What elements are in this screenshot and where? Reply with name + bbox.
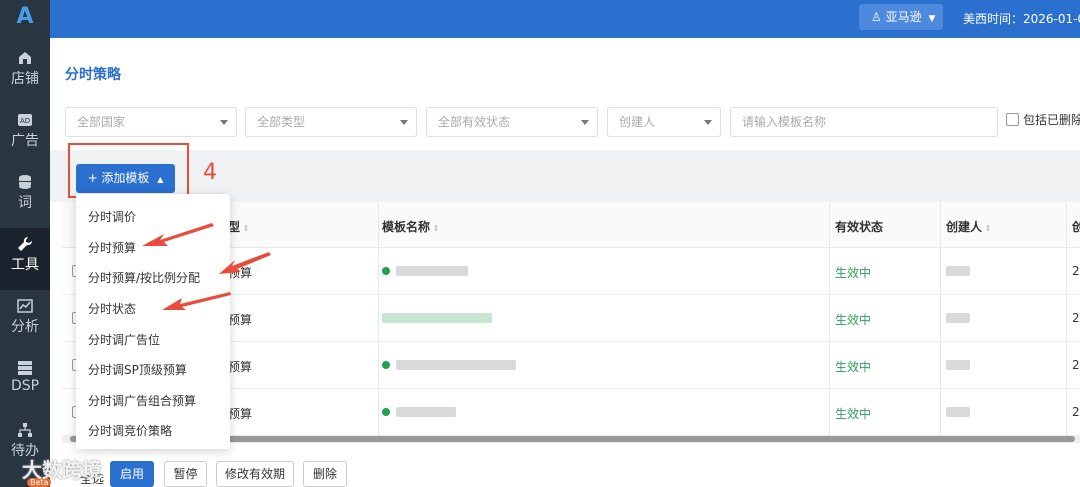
sidebar-item-label: 店铺 <box>11 71 39 87</box>
row-extra: 2 <box>1072 264 1080 278</box>
annotation-arrow <box>142 223 214 246</box>
annotation-step-number: 4 <box>203 160 217 185</box>
row-status: 生效中 <box>835 360 872 374</box>
tree-icon <box>18 423 32 437</box>
sidebar-item-analysis[interactable]: 分析 <box>0 290 50 352</box>
logo[interactable]: A <box>12 6 38 28</box>
menu-item-time-price[interactable]: 分时调价 <box>88 208 136 225</box>
row-extra: 2 <box>1072 358 1080 372</box>
sidebar-item-store[interactable]: 店铺 <box>0 42 50 104</box>
menu-item-time-status[interactable]: 分时状态 <box>88 300 136 317</box>
sidebar: A 店铺 AD 广告 词 工具 分析 DSP 待办 Beta <box>0 0 52 487</box>
header-template-name[interactable]: 模板名称 ⇕ <box>382 218 440 235</box>
header-type[interactable]: 型 ⇕ <box>228 218 250 235</box>
top-bar: ♙ 亚马逊 ▼ 美西时间：2026-01-0 <box>50 0 1080 38</box>
sidebar-item-label: 词 <box>18 195 32 211</box>
redacted-text <box>396 360 516 370</box>
row-type: 预算 <box>228 360 253 374</box>
status-select-value: 全部有效状态 <box>438 115 511 129</box>
database-icon <box>19 175 31 189</box>
status-select[interactable]: 全部有效状态 <box>426 107 598 137</box>
row-template-name[interactable] <box>382 311 492 325</box>
store-label: 亚马逊 <box>885 10 922 24</box>
watermark: 大数跨境 <box>22 458 102 482</box>
svg-text:AD: AD <box>20 117 30 125</box>
row-type: 预算 <box>228 407 253 421</box>
caret-down-icon <box>220 120 228 125</box>
menu-item-time-placement[interactable]: 分时调广告位 <box>88 331 160 348</box>
row-extra: 2 <box>1072 405 1080 419</box>
row-creator <box>946 311 970 325</box>
ad-icon: AD <box>18 114 32 126</box>
caret-down-icon <box>581 120 589 125</box>
menu-item-time-bid-strategy[interactable]: 分时调竞价策略 <box>88 422 172 439</box>
header-extra: 创 <box>1072 220 1080 234</box>
redacted-text <box>946 313 970 323</box>
sidebar-item-label: 工具 <box>11 257 39 273</box>
template-name-placeholder: 请输入模板名称 <box>742 115 827 129</box>
include-deleted-label: 包括已删除 <box>1023 113 1080 127</box>
row-creator <box>946 264 970 278</box>
store-icon <box>19 52 31 64</box>
sidebar-item-ad[interactable]: AD 广告 <box>0 104 50 166</box>
sidebar-item-keyword[interactable]: 词 <box>0 166 50 228</box>
store-icon: ♙ <box>871 10 882 24</box>
row-status: 生效中 <box>835 266 872 280</box>
country-select[interactable]: 全部国家 <box>65 107 237 137</box>
delete-button[interactable]: 删除 <box>303 461 347 487</box>
row-template-name[interactable] <box>382 405 456 419</box>
sidebar-item-label: 广告 <box>11 133 39 149</box>
row-template-name[interactable] <box>382 264 468 278</box>
include-deleted-checkbox[interactable]: 包括已删除 <box>1006 111 1080 128</box>
menu-item-time-sp-budget[interactable]: 分时调SP顶级预算 <box>88 361 187 378</box>
sidebar-item-label: DSP <box>10 378 40 394</box>
menu-item-time-budget-ratio[interactable]: 分时预算/按比例分配 <box>88 269 200 286</box>
status-dot <box>382 361 390 369</box>
creator-select-value: 创建人 <box>619 115 656 129</box>
row-creator <box>946 405 970 419</box>
redacted-text <box>946 407 970 417</box>
row-status: 生效中 <box>835 313 872 327</box>
enable-button[interactable]: 启用 <box>110 461 154 487</box>
menu-item-time-budget[interactable]: 分时预算 <box>88 239 136 256</box>
page-title: 分时策略 <box>65 67 121 83</box>
caret-down-icon: ▼ <box>928 14 936 24</box>
country-select-value: 全部国家 <box>77 115 126 129</box>
caret-down-icon <box>400 120 408 125</box>
wrench-icon <box>18 236 33 251</box>
annotation-arrow <box>162 292 231 310</box>
chart-icon <box>17 299 33 313</box>
row-extra: 2 <box>1072 311 1080 325</box>
header-status: 有效状态 <box>835 220 884 234</box>
sidebar-item-dsp[interactable]: DSP <box>0 352 50 414</box>
status-dot <box>382 408 390 416</box>
checkbox-icon <box>1006 113 1019 126</box>
row-status: 生效中 <box>835 407 872 421</box>
type-select[interactable]: 全部类型 <box>245 107 417 137</box>
annotation-highlight-box <box>68 143 189 198</box>
sidebar-item-label: 分析 <box>11 319 39 335</box>
modify-validity-button[interactable]: 修改有效期 <box>216 461 294 487</box>
server-icon <box>18 361 32 375</box>
sidebar-item-tools[interactable]: 工具 <box>0 228 50 290</box>
caret-down-icon <box>704 120 712 125</box>
status-dot <box>382 267 390 275</box>
row-creator <box>946 358 970 372</box>
pause-button[interactable]: 暂停 <box>164 461 207 487</box>
timezone-clock: 美西时间：2026-01-0 <box>963 12 1080 26</box>
header-creator[interactable]: 创建人 ⇕ <box>946 218 992 235</box>
row-template-name[interactable] <box>382 358 516 372</box>
template-name-input[interactable]: 请输入模板名称 <box>730 107 998 137</box>
type-select-value: 全部类型 <box>257 115 306 129</box>
redacted-text <box>396 407 456 417</box>
annotation-arrow <box>219 252 271 274</box>
store-selector[interactable]: ♙ 亚马逊 ▼ <box>859 4 943 30</box>
redacted-text <box>946 266 970 276</box>
redacted-text <box>946 360 970 370</box>
creator-select[interactable]: 创建人 <box>607 107 721 137</box>
redacted-text <box>396 266 468 276</box>
redacted-text <box>382 313 492 323</box>
menu-item-time-portfolio-budget[interactable]: 分时调广告组合预算 <box>88 392 196 409</box>
